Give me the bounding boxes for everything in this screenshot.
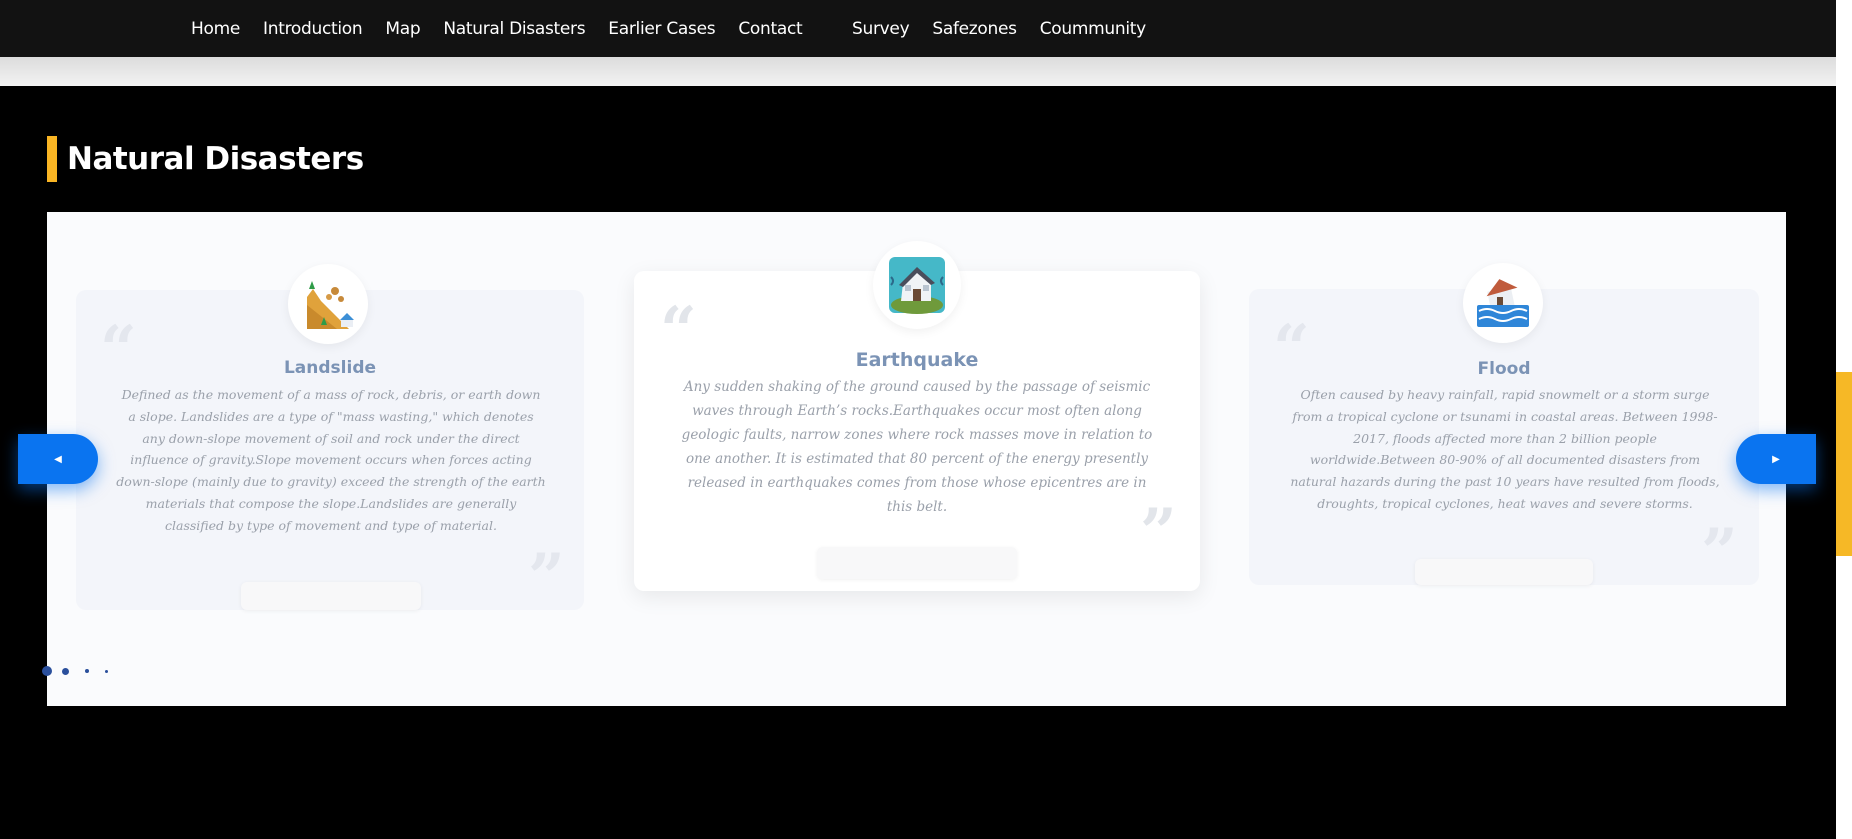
nav-survey[interactable]: Survey: [852, 19, 910, 39]
card-title: Landslide: [283, 358, 377, 378]
landslide-icon: [288, 264, 368, 344]
close-quote-icon: ”: [1701, 515, 1738, 590]
pagination-dot-1[interactable]: [42, 666, 52, 676]
main-nav: Home Introduction Map Natural Disasters …: [191, 0, 825, 57]
card-description: Any sudden shaking of the ground caused …: [681, 379, 1153, 515]
card-read-more-button[interactable]: [241, 582, 421, 610]
carousel-prev-button[interactable]: ◀: [18, 434, 98, 484]
top-navbar: Home Introduction Map Natural Disasters …: [0, 0, 1836, 57]
card-title: Flood: [1477, 359, 1531, 379]
nav-earlier-cases[interactable]: Earlier Cases: [608, 19, 715, 39]
secondary-nav: Survey Safezones Coummunity: [852, 0, 1169, 57]
pagination-dot-2[interactable]: [62, 667, 69, 675]
card-description: Defined as the movement of a mass of roc…: [116, 387, 546, 533]
disaster-card-earthquake: “ ” Earthquake Any sudden shaking of the…: [634, 241, 1200, 591]
nav-natural-disasters[interactable]: Natural Disasters: [443, 19, 585, 39]
nav-safezones[interactable]: Safezones: [932, 19, 1017, 39]
pagination-dot-4[interactable]: [105, 669, 108, 673]
section-heading: Natural Disasters: [47, 136, 364, 182]
heading-accent-bar: [47, 136, 57, 182]
nav-community[interactable]: Coummunity: [1040, 19, 1146, 39]
carousel-next-button[interactable]: ▶: [1736, 434, 1816, 484]
scrollbar-thumb[interactable]: [1836, 372, 1852, 556]
card-description: Often caused by heavy rainfall, rapid sn…: [1290, 387, 1720, 511]
caret-left-icon: ◀: [54, 453, 62, 465]
card-read-more-button[interactable]: [1415, 559, 1593, 585]
nav-introduction[interactable]: Introduction: [263, 19, 363, 39]
earthquake-icon: [873, 241, 961, 329]
card-title: Earthquake: [855, 349, 979, 371]
caret-right-icon: ▶: [1772, 453, 1780, 465]
nav-map[interactable]: Map: [385, 19, 420, 39]
page-scrollbar[interactable]: [1836, 0, 1852, 839]
section-title: Natural Disasters: [67, 141, 364, 177]
flood-icon: [1463, 263, 1543, 343]
carousel-pagination: [42, 666, 118, 676]
nav-contact[interactable]: Contact: [738, 19, 802, 39]
disaster-card-flood: “ ” Flood Often caused by heavy rainfall…: [1249, 263, 1759, 590]
close-quote-icon: ”: [528, 540, 565, 615]
disasters-carousel: “ ” Landslide Defined as the movement of…: [47, 212, 1786, 706]
header-divider-band: [0, 57, 1836, 86]
card-read-more-button[interactable]: [817, 547, 1017, 579]
pagination-dot-3[interactable]: [85, 669, 89, 673]
nav-home[interactable]: Home: [191, 19, 240, 39]
disaster-card-landslide: “ ” Landslide Defined as the movement of…: [76, 264, 584, 615]
